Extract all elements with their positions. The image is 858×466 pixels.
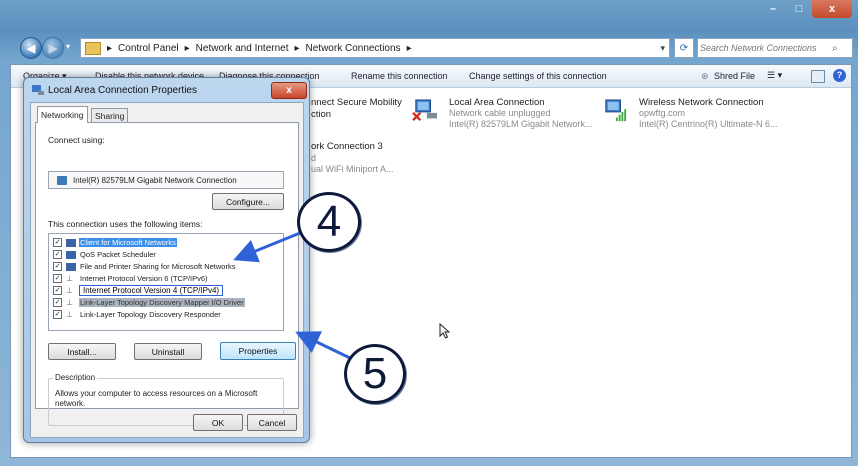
annotation-arrows xyxy=(233,231,351,360)
step-5-callout: 5 xyxy=(344,344,406,404)
step-4-callout: 4 xyxy=(297,192,361,252)
arrow-to-ipv4-item xyxy=(233,231,301,263)
arrow-to-properties-button xyxy=(295,331,351,360)
tab-networking[interactable]: Networking xyxy=(37,106,88,123)
